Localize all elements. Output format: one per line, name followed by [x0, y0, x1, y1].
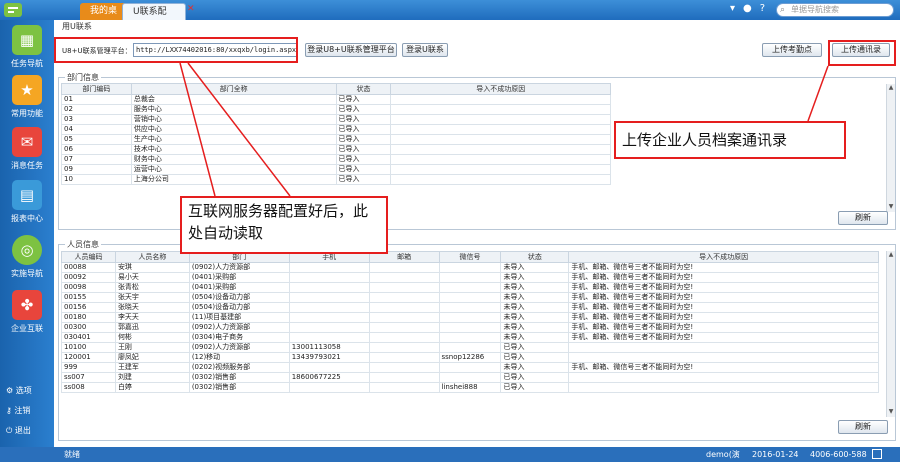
annotation-auto-note: 互联网服务器配置好后，此处自动读取 — [180, 196, 388, 254]
status-bar: 就绪 demo(演 2016-01-24 4006-600-588 — [0, 447, 900, 462]
status-date: 2016-01-24 — [752, 450, 799, 459]
annotation-line-upload — [807, 65, 829, 122]
annotation-line-right — [187, 62, 291, 197]
window-icon[interactable] — [872, 449, 882, 459]
status-text: 就绪 — [64, 450, 80, 459]
annotation-upload-note: 上传企业人员档案通讯录 — [614, 121, 846, 159]
annotation-lines — [179, 62, 829, 197]
status-phone: 4006-600-588 — [810, 450, 867, 459]
annotation-line-left — [179, 62, 216, 197]
status-user: demo(演 — [706, 450, 740, 459]
